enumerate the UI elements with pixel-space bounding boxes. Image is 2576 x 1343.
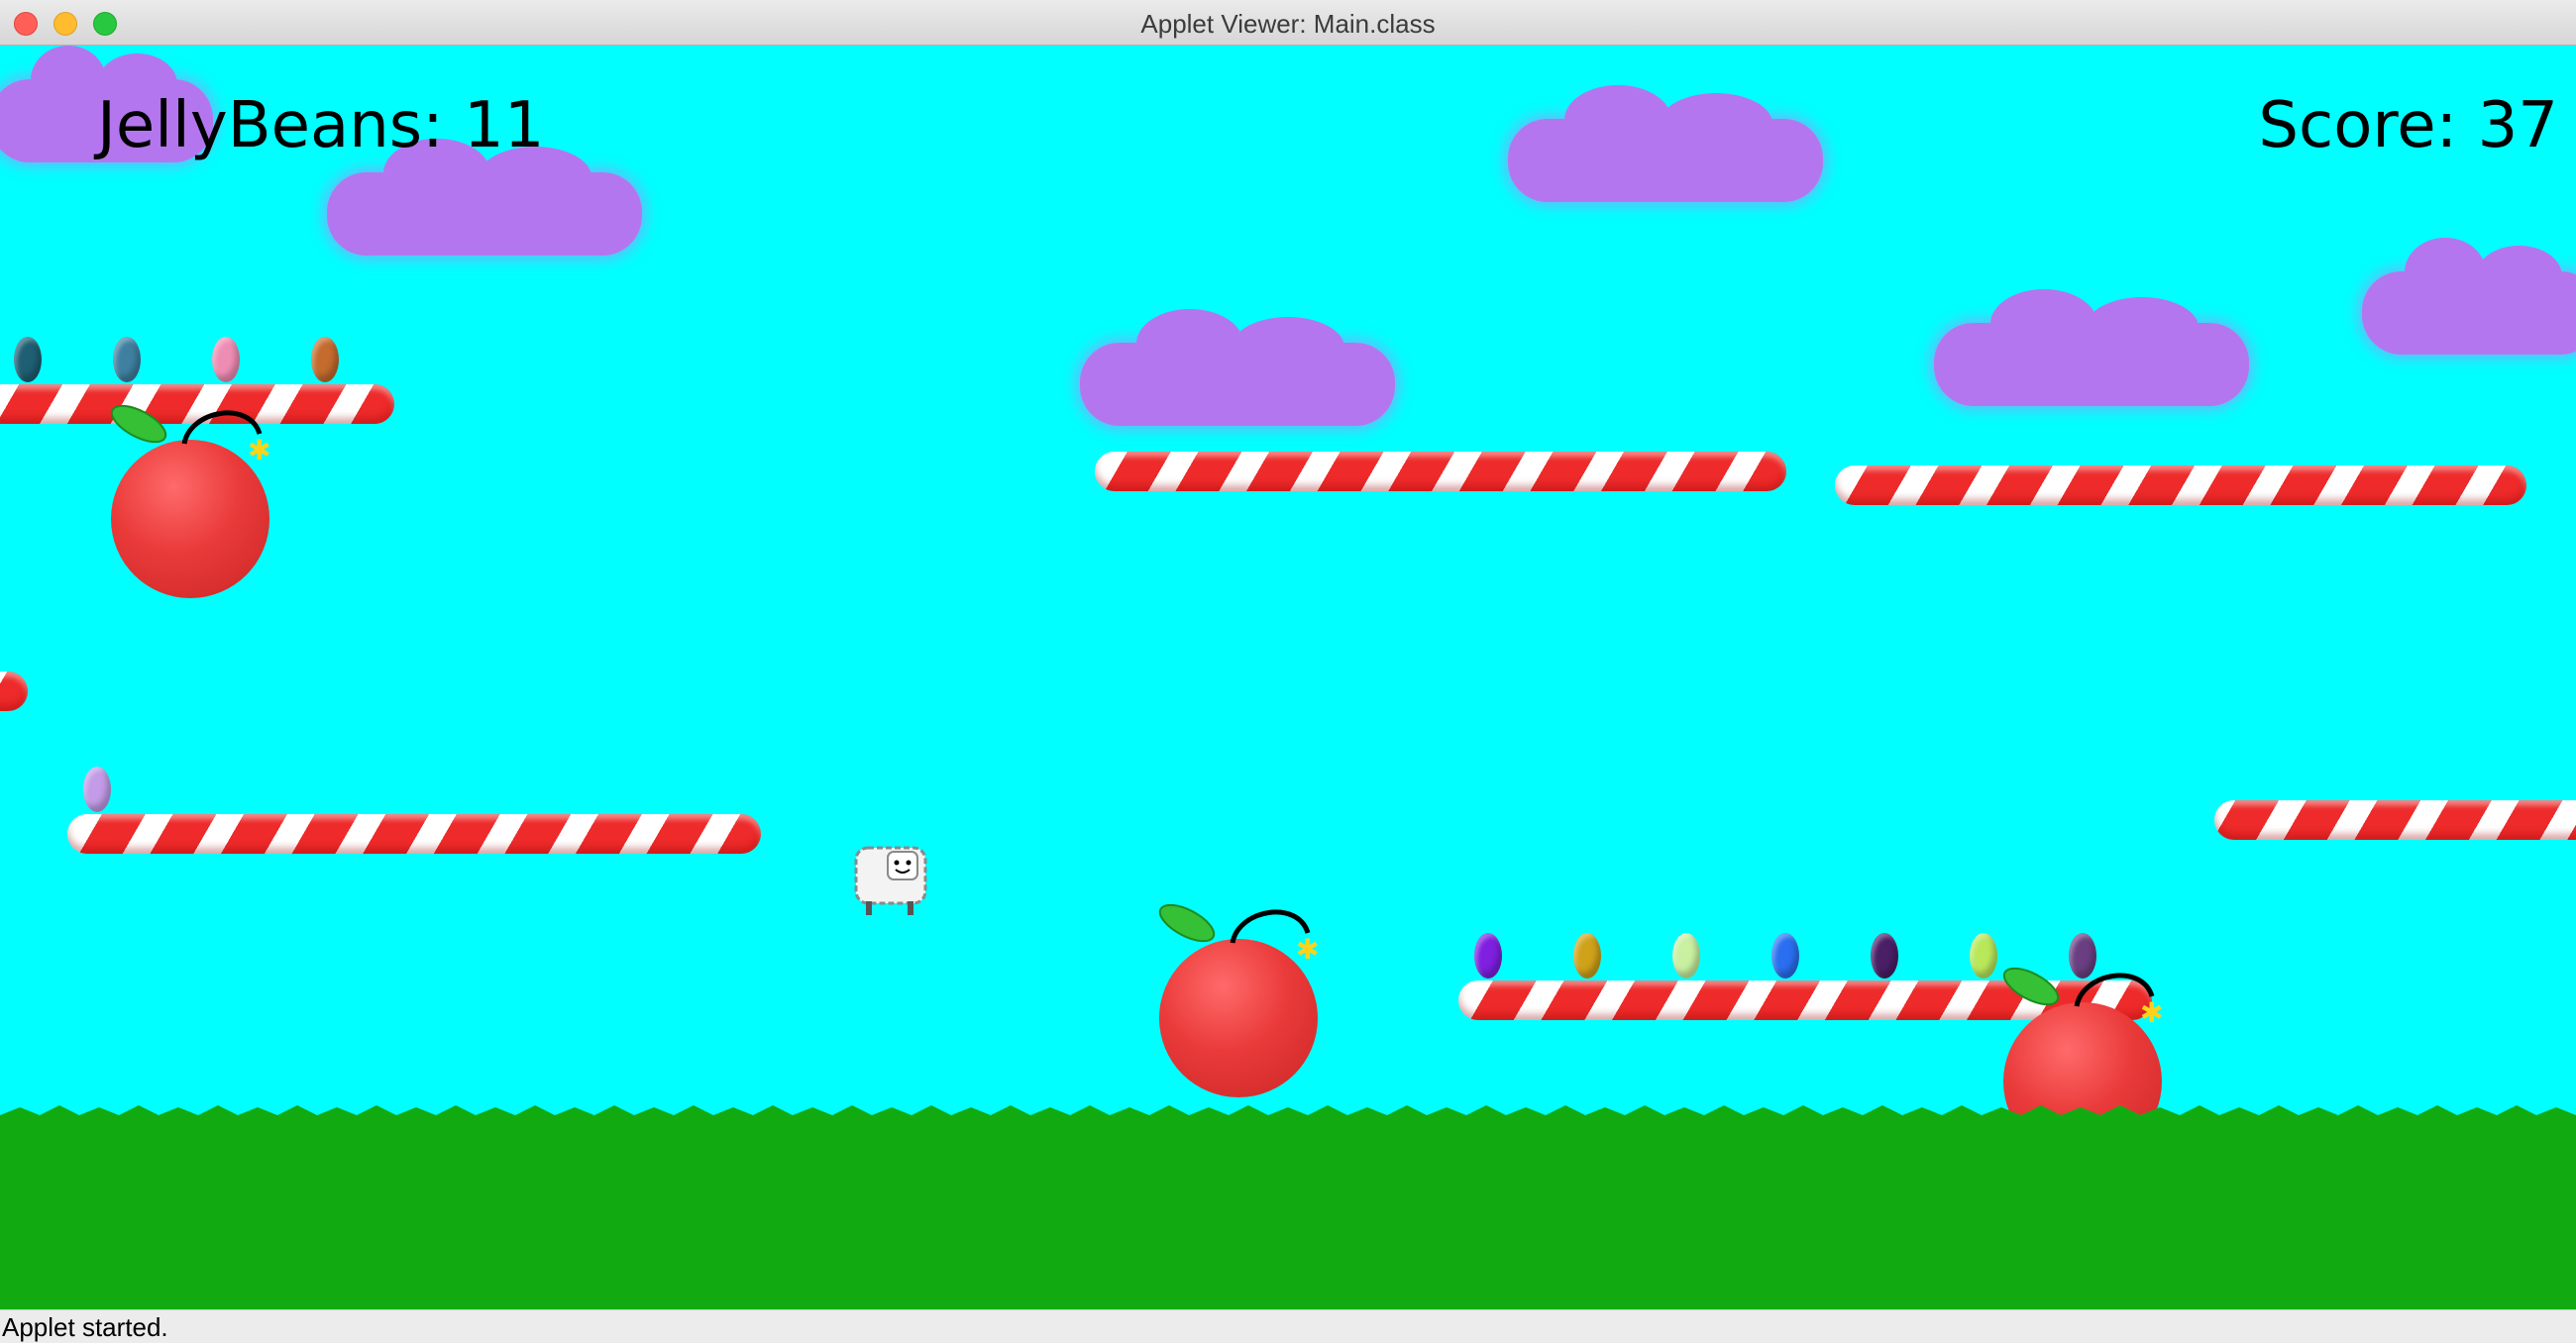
score-counter: Score: 37 bbox=[2258, 89, 2558, 162]
applet-viewer-window: Applet Viewer: Main.class JellyBeans: 11… bbox=[0, 0, 2576, 1342]
game-canvas[interactable]: JellyBeans: 11 Score: 37 ✱ ✱ ✱ bbox=[0, 46, 2576, 1309]
cloud bbox=[1080, 309, 1395, 426]
jelly-bean bbox=[1771, 933, 1799, 979]
candy-cane-platform bbox=[1095, 452, 1786, 491]
jelly-bean bbox=[14, 337, 42, 382]
candy-cane-platform bbox=[67, 814, 761, 854]
status-text: Applet started. bbox=[2, 1312, 168, 1342]
jelly-bean bbox=[212, 337, 240, 382]
cloud bbox=[1508, 85, 1823, 202]
candy-cane-platform bbox=[0, 672, 28, 711]
svg-text:✱: ✱ bbox=[2140, 996, 2163, 1029]
jelly-bean bbox=[113, 337, 141, 382]
jellybeans-counter: JellyBeans: 11 bbox=[97, 89, 545, 162]
title-bar[interactable]: Applet Viewer: Main.class bbox=[0, 0, 2576, 46]
jelly-bean bbox=[1672, 933, 1700, 979]
jelly-bean bbox=[311, 337, 339, 382]
sheep-player bbox=[854, 846, 927, 915]
cloud bbox=[1934, 289, 2249, 406]
svg-text:✱: ✱ bbox=[1296, 933, 1319, 966]
jelly-bean bbox=[83, 767, 111, 812]
bomb-fuse-icon: ✱ bbox=[1158, 903, 1319, 966]
jelly-bean bbox=[1573, 933, 1601, 979]
window-title: Applet Viewer: Main.class bbox=[1140, 9, 1436, 39]
bomb-fuse-icon: ✱ bbox=[2002, 967, 2163, 1029]
cloud bbox=[2362, 238, 2576, 355]
candy-cane-platform bbox=[2214, 800, 2576, 840]
candy-cane-platform bbox=[1835, 465, 2526, 505]
cherry-bomb: ✱ bbox=[1149, 889, 1328, 1097]
status-bar: Applet started. bbox=[0, 1309, 2576, 1342]
cherry-bomb: ✱ bbox=[101, 390, 279, 598]
cloud bbox=[327, 139, 642, 256]
bomb-fuse-icon: ✱ bbox=[110, 404, 270, 466]
svg-text:✱: ✱ bbox=[248, 434, 270, 466]
jelly-bean bbox=[1871, 933, 1898, 979]
jelly-bean bbox=[1474, 933, 1502, 979]
grass-ground bbox=[0, 1122, 2576, 1309]
